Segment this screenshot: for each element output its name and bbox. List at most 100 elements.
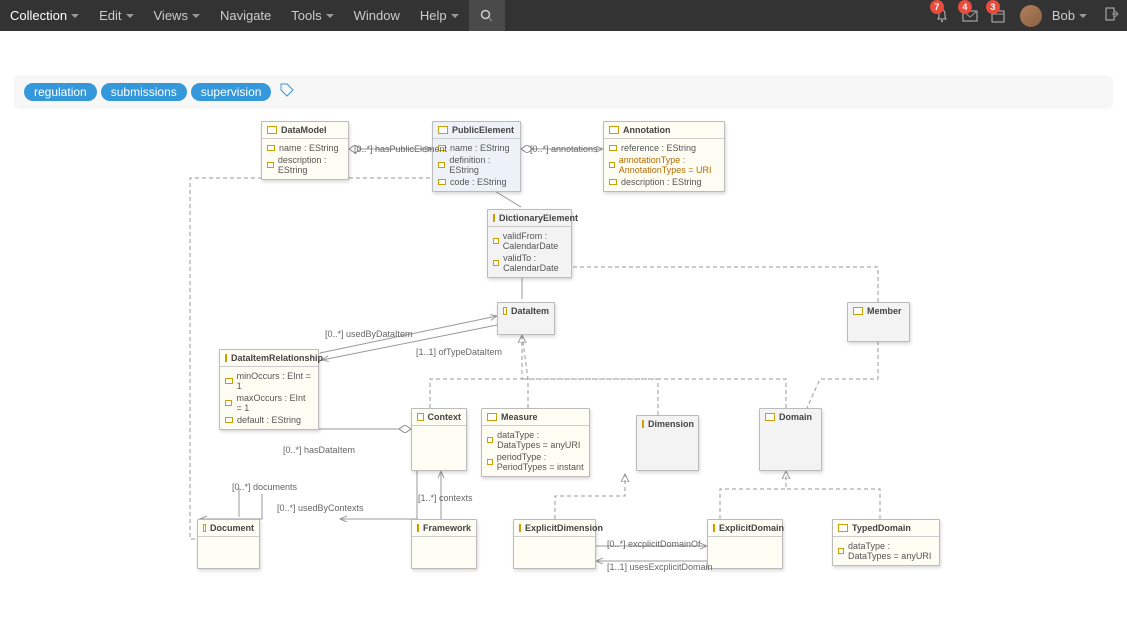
user-menu[interactable]: Bob [1012, 5, 1095, 27]
menu-help[interactable]: Help [410, 0, 469, 31]
class-icon [487, 413, 497, 421]
avatar [1020, 5, 1042, 27]
logout-icon [1103, 6, 1119, 22]
class-icon [838, 524, 848, 532]
attr: validTo : CalendarDate [503, 253, 566, 273]
menu-edit[interactable]: Edit [89, 0, 143, 31]
class-title: Annotation [623, 125, 671, 135]
class-Framework[interactable]: Framework [411, 519, 477, 569]
class-icon [713, 524, 715, 532]
tag-supervision[interactable]: supervision [191, 83, 272, 101]
edge-hasPublicElement: [0..*] hasPublicElement [354, 144, 447, 154]
class-title: ExplicitDimension [525, 523, 603, 533]
tag-regulation[interactable]: regulation [24, 83, 97, 101]
class-title: PublicElement [452, 125, 514, 135]
edge-documents: [0..*] documents [232, 482, 297, 492]
edge-annotations: [0..*] annotations [530, 144, 598, 154]
class-Domain[interactable]: Domain [759, 408, 822, 471]
attr: default : EString [237, 415, 301, 425]
tag-icon [280, 83, 294, 97]
class-DataItem[interactable]: DataItem [497, 302, 555, 335]
attr: dataType : DataTypes = anyURI [848, 541, 934, 561]
class-Measure[interactable]: Measure dataType : DataTypes = anyURI pe… [481, 408, 590, 477]
class-icon [503, 307, 507, 315]
attr: minOccurs : EInt = 1 [237, 371, 313, 391]
chevron-down-icon [126, 14, 134, 18]
class-title: DictionaryElement [499, 213, 578, 223]
cal-badge: 3 [986, 0, 1000, 14]
class-icon [642, 420, 644, 428]
class-Dimension[interactable]: Dimension [636, 415, 699, 471]
class-Member[interactable]: Member [847, 302, 910, 342]
diagram-canvas[interactable]: DataModel name : EString description : E… [0, 109, 1127, 619]
mail-badge: 4 [958, 0, 972, 14]
class-icon [417, 413, 424, 421]
chevron-down-icon [326, 14, 334, 18]
attr: dataType : DataTypes = anyURI [497, 430, 584, 450]
menu-window[interactable]: Window [344, 0, 410, 31]
notifications-button[interactable]: 7 [928, 0, 956, 31]
class-title: Document [210, 523, 254, 533]
attr: annotationType : AnnotationTypes = URI [619, 155, 719, 175]
chevron-down-icon [192, 14, 200, 18]
menu-navigate[interactable]: Navigate [210, 0, 281, 31]
attr: name : EString [279, 143, 339, 153]
class-DataItemRelationship[interactable]: DataItemRelationship minOccurs : EInt = … [219, 349, 319, 430]
menu-views[interactable]: Views [144, 0, 210, 31]
class-title: Framework [423, 523, 471, 533]
class-icon [493, 214, 495, 222]
menu-collection[interactable]: Collection [0, 0, 89, 31]
edge-explicitDomainOf: [0..*] excplicitDomainOf [607, 539, 701, 549]
class-PublicElement[interactable]: PublicElement name : EString definition … [432, 121, 521, 192]
tag-submissions[interactable]: submissions [101, 83, 187, 101]
attr: description : EString [621, 177, 702, 187]
class-icon [267, 126, 277, 134]
messages-button[interactable]: 4 [956, 0, 984, 31]
class-ExplicitDimension[interactable]: ExplicitDimension [513, 519, 596, 569]
add-tag-button[interactable] [280, 83, 294, 101]
class-Context[interactable]: Context [411, 408, 467, 471]
attr: maxOccurs : EInt = 1 [236, 393, 313, 413]
class-title: TypedDomain [852, 523, 911, 533]
edge-contexts: [1..*] contexts [418, 493, 473, 503]
calendar-button[interactable]: 3 [984, 0, 1012, 31]
attr: definition : EString [449, 155, 515, 175]
class-title: Member [867, 306, 902, 316]
class-TypedDomain[interactable]: TypedDomain dataType : DataTypes = anyUR… [832, 519, 940, 566]
logout-button[interactable] [1103, 6, 1119, 25]
class-icon [609, 126, 619, 134]
class-icon [519, 524, 521, 532]
class-title: Context [428, 412, 462, 422]
class-icon [203, 524, 206, 532]
menu-tools[interactable]: Tools [281, 0, 343, 31]
class-Annotation[interactable]: Annotation reference : EString annotatio… [603, 121, 725, 192]
class-title: DataItem [511, 306, 549, 316]
class-title: DataModel [281, 125, 327, 135]
class-title: DataItemRelationship [231, 353, 323, 363]
attr: code : EString [450, 177, 507, 187]
class-icon [417, 524, 419, 532]
attr: periodType : PeriodTypes = instant [497, 452, 584, 472]
class-title: Domain [779, 412, 812, 422]
class-icon [438, 126, 448, 134]
class-icon [225, 354, 227, 362]
class-icon [765, 413, 775, 421]
attr: name : EString [450, 143, 510, 153]
edge-usedByDataItem: [0..*] usedByDataItem [325, 329, 413, 339]
class-Document[interactable]: Document [197, 519, 260, 569]
class-DataModel[interactable]: DataModel name : EString description : E… [261, 121, 349, 180]
search-button[interactable] [469, 0, 505, 31]
class-title: ExplicitDomain [719, 523, 784, 533]
class-DictionaryElement[interactable]: DictionaryElement validFrom : CalendarDa… [487, 209, 572, 278]
attr: description : EString [278, 155, 343, 175]
notif-badge: 7 [930, 0, 944, 14]
class-icon [853, 307, 863, 315]
edge-usedByContexts: [0..*] usedByContexts [277, 503, 364, 513]
chevron-down-icon [1079, 14, 1087, 18]
class-ExplicitDomain[interactable]: ExplicitDomain [707, 519, 783, 569]
edge-ofTypeDataItem: [1..1] ofTypeDataItem [416, 347, 502, 357]
edge-usesExplicitDomain: [1..1] usesExcplicitDomain [607, 562, 713, 572]
tags-bar: regulation submissions supervision [14, 75, 1113, 109]
attr: validFrom : CalendarDate [503, 231, 566, 251]
chevron-down-icon [451, 14, 459, 18]
